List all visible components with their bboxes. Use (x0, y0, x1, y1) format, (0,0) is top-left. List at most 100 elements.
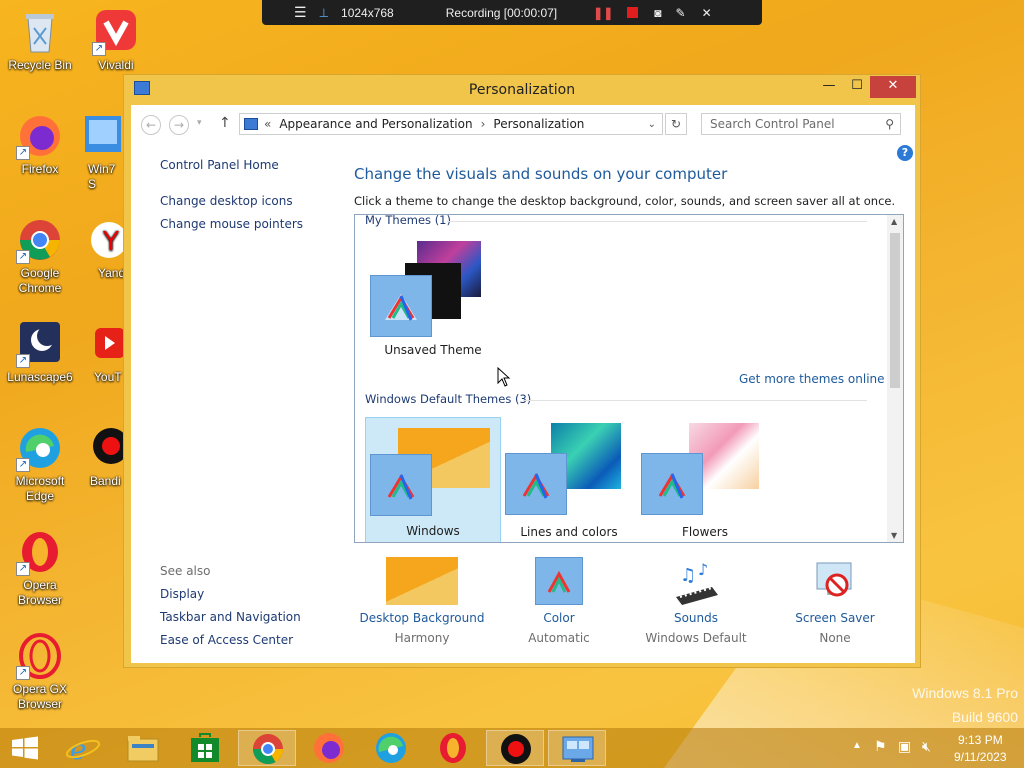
theme-lines-and-colors[interactable]: Lines and colors (501, 417, 637, 542)
setting-label: Screen Saver (795, 611, 875, 625)
clock-time[interactable]: 9:13 PM (958, 733, 1003, 747)
desktop-icon-vivaldi[interactable]: ↗ Vivaldi (76, 8, 156, 73)
minimize-button[interactable]: — (814, 76, 844, 98)
search-icon[interactable]: ⚲ (885, 114, 894, 134)
screen-saver-icon (811, 557, 859, 605)
breadcrumb-separator[interactable]: › (481, 117, 486, 131)
control-panel-home-link[interactable]: Control Panel Home (160, 158, 279, 172)
title-bar[interactable]: Personalization (124, 75, 920, 105)
scroll-down-icon[interactable]: ▼ (891, 531, 897, 540)
desktop-icon-win7[interactable]: Win7 S (76, 112, 126, 192)
theme-name: Unsaved Theme (384, 343, 482, 357)
display-link[interactable]: Display (160, 587, 204, 601)
bandicam-icon[interactable] (486, 730, 544, 766)
refresh-icon[interactable]: ↻ (665, 113, 687, 135)
camera-icon[interactable]: ◙ (654, 6, 661, 20)
desktop-icon-label: Opera GX Browser (12, 682, 68, 711)
desktop-icon-lunascape[interactable]: ↗ Lunascape6 (0, 320, 80, 385)
windows-watermark-edition: Windows 8.1 Pro (912, 685, 1018, 701)
desktop-icon-label: Lunascape6 (7, 370, 73, 384)
recording-status: Recording [00:00:07] (445, 5, 558, 20)
pin-icon[interactable]: ⊥ (319, 6, 329, 20)
breadcrumb-overflow[interactable]: « (264, 117, 271, 131)
desktop-icon-chrome[interactable]: ↗ Google Chrome (0, 216, 80, 296)
volume-muted-icon[interactable]: 🔇︎ (922, 738, 931, 755)
window-content: ← → ▾ ↑ « Appearance and Personalization… (131, 105, 915, 663)
desktop-icon-bandicam[interactable]: Bandi (76, 424, 126, 489)
search-input[interactable]: Search Control Panel ⚲ (701, 113, 901, 135)
stop-icon[interactable] (627, 7, 639, 18)
svg-text:Y: Y (102, 227, 119, 257)
desktop-icon-recycle-bin[interactable]: Recycle Bin (0, 8, 80, 73)
firefox-icon: ↗ (16, 112, 64, 160)
address-dropdown-icon[interactable]: ⌄ (648, 119, 656, 130)
menu-icon[interactable]: ☰ (294, 4, 307, 21)
theme-name: Lines and colors (520, 525, 618, 539)
pause-icon[interactable]: ❚❚ (593, 6, 613, 20)
setting-value: None (819, 631, 851, 645)
show-hidden-icons[interactable]: ▲ (852, 740, 862, 751)
taskbar-navigation-link[interactable]: Taskbar and Navigation (160, 610, 301, 624)
change-desktop-icons-link[interactable]: Change desktop icons (160, 194, 293, 208)
desktop-background-icon (386, 557, 458, 605)
screen-saver-setting[interactable]: Screen Saver None (770, 557, 900, 645)
breadcrumb-appearance[interactable]: Appearance and Personalization (279, 117, 472, 131)
desktop-icon-yandex[interactable]: Y Yand (76, 216, 126, 281)
start-button[interactable] (0, 730, 52, 766)
control-panel-icon (244, 118, 258, 130)
desktop-icon-youtube[interactable]: YouT (76, 320, 126, 385)
desktop-icon-label: Recycle Bin (8, 58, 72, 72)
action-center-flag-icon[interactable]: ⚑ (874, 738, 887, 755)
default-themes-header: Windows Default Themes (3) (365, 392, 532, 406)
forward-button[interactable]: → (169, 115, 189, 135)
sounds-setting[interactable]: ♫ ♪ Sounds Windows Default (631, 557, 761, 645)
clock-date[interactable]: 9/11/2023 (954, 750, 1007, 764)
theme-unsaved[interactable]: Unsaved Theme (365, 235, 501, 361)
scroll-up-icon[interactable]: ▲ (891, 217, 897, 226)
ie-icon[interactable]: e (54, 730, 112, 766)
shortcut-arrow-icon: ↗ (16, 458, 30, 472)
get-more-themes-link[interactable]: Get more themes online (739, 372, 885, 386)
up-button[interactable]: ↑ (219, 115, 231, 131)
ease-of-access-link[interactable]: Ease of Access Center (160, 633, 293, 647)
control-panel-icon[interactable] (548, 730, 606, 766)
file-explorer-icon[interactable] (114, 730, 172, 766)
desktop-background-setting[interactable]: Desktop Background Harmony (357, 557, 487, 645)
vivaldi-icon: ↗ (92, 8, 140, 56)
desktop-icon-label: Google Chrome (18, 266, 62, 295)
shortcut-arrow-icon: ↗ (16, 354, 30, 368)
opera-icon[interactable] (424, 730, 482, 766)
desktop-icon-edge[interactable]: ↗ Microsoft Edge (0, 424, 80, 504)
firefox-icon[interactable] (300, 730, 358, 766)
desktop-icon-label: Microsoft Edge (15, 474, 65, 503)
breadcrumb-personalization[interactable]: Personalization (493, 117, 584, 131)
recent-pages-dropdown[interactable]: ▾ (197, 118, 202, 128)
back-button[interactable]: ← (141, 115, 161, 135)
maximize-button[interactable]: ☐ (842, 76, 872, 98)
desktop-icon-opera-gx[interactable]: ↗ Opera GX Browser (0, 632, 80, 712)
theme-flowers[interactable]: Flowers (637, 417, 773, 542)
scrollbar-thumb[interactable] (890, 233, 900, 388)
close-icon[interactable]: ✕ (702, 6, 712, 20)
screen-recorder-bar: ☰ ⊥ 1024x768 Recording [00:00:07] ❚❚ ◙ ✎… (262, 0, 762, 25)
shortcut-arrow-icon: ↗ (92, 42, 106, 56)
theme-name: Flowers (682, 525, 728, 539)
chrome-icon[interactable] (238, 730, 296, 766)
color-setting[interactable]: Color Automatic (494, 557, 624, 645)
color-palette-icon (535, 557, 583, 605)
chrome-icon: ↗ (16, 216, 64, 264)
network-icon[interactable]: ▣ (898, 738, 911, 755)
theme-list-scrollbar[interactable]: ▲ ▼ (887, 215, 903, 542)
pencil-icon[interactable]: ✎ (676, 6, 686, 20)
svg-text:♪: ♪ (698, 560, 708, 579)
change-mouse-pointers-link[interactable]: Change mouse pointers (160, 217, 303, 231)
theme-windows[interactable]: Windows (365, 417, 501, 542)
address-bar[interactable]: « Appearance and Personalization › Perso… (239, 113, 663, 135)
store-icon[interactable] (176, 730, 234, 766)
help-icon[interactable]: ? (897, 145, 913, 161)
see-also-label: See also (160, 564, 211, 578)
desktop-icon-opera[interactable]: ↗ Opera Browser (0, 528, 80, 608)
close-button[interactable]: ✕ (870, 76, 916, 98)
desktop-icon-firefox[interactable]: ↗ Firefox (0, 112, 80, 177)
edge-icon[interactable] (362, 730, 420, 766)
